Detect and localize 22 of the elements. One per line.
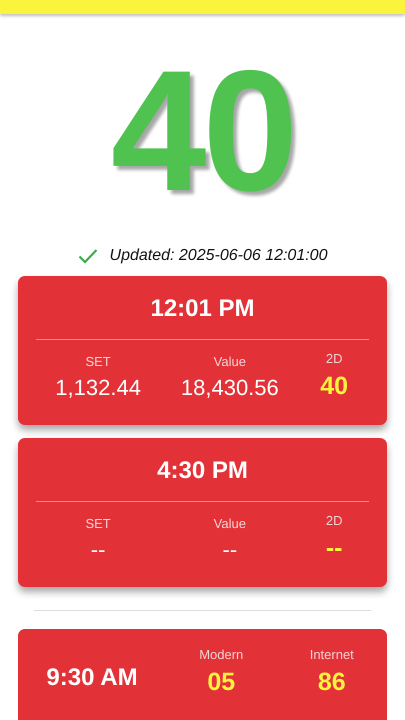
value-label: Value xyxy=(214,516,246,531)
twod-label: 2D xyxy=(326,351,342,366)
internet-number: 86 xyxy=(318,668,346,697)
check-icon xyxy=(78,248,98,264)
set-label: SET xyxy=(85,354,111,369)
result-number: 40 xyxy=(110,45,294,217)
internet-label: Internet xyxy=(310,647,354,662)
set-index: -- xyxy=(90,537,106,563)
set-index: 1,132.44 xyxy=(55,375,141,401)
trade-value: -- xyxy=(222,537,238,563)
twod-number: -- xyxy=(326,534,343,563)
set-label: SET xyxy=(85,516,111,531)
session-time: 9:30 AM xyxy=(45,663,139,692)
session-time: 12:01 PM xyxy=(36,276,369,340)
twod-label: 2D xyxy=(326,513,342,528)
trade-value: 18,430.56 xyxy=(180,375,279,401)
twod-number: 40 xyxy=(320,372,348,401)
session-time: 4:30 PM xyxy=(36,438,369,502)
modern-label: Modern xyxy=(199,647,244,662)
modern-number: 05 xyxy=(207,668,236,697)
updated-time: Updated: 2025-06-06 12:01:00 xyxy=(110,247,328,265)
value-label: Value xyxy=(214,354,246,369)
